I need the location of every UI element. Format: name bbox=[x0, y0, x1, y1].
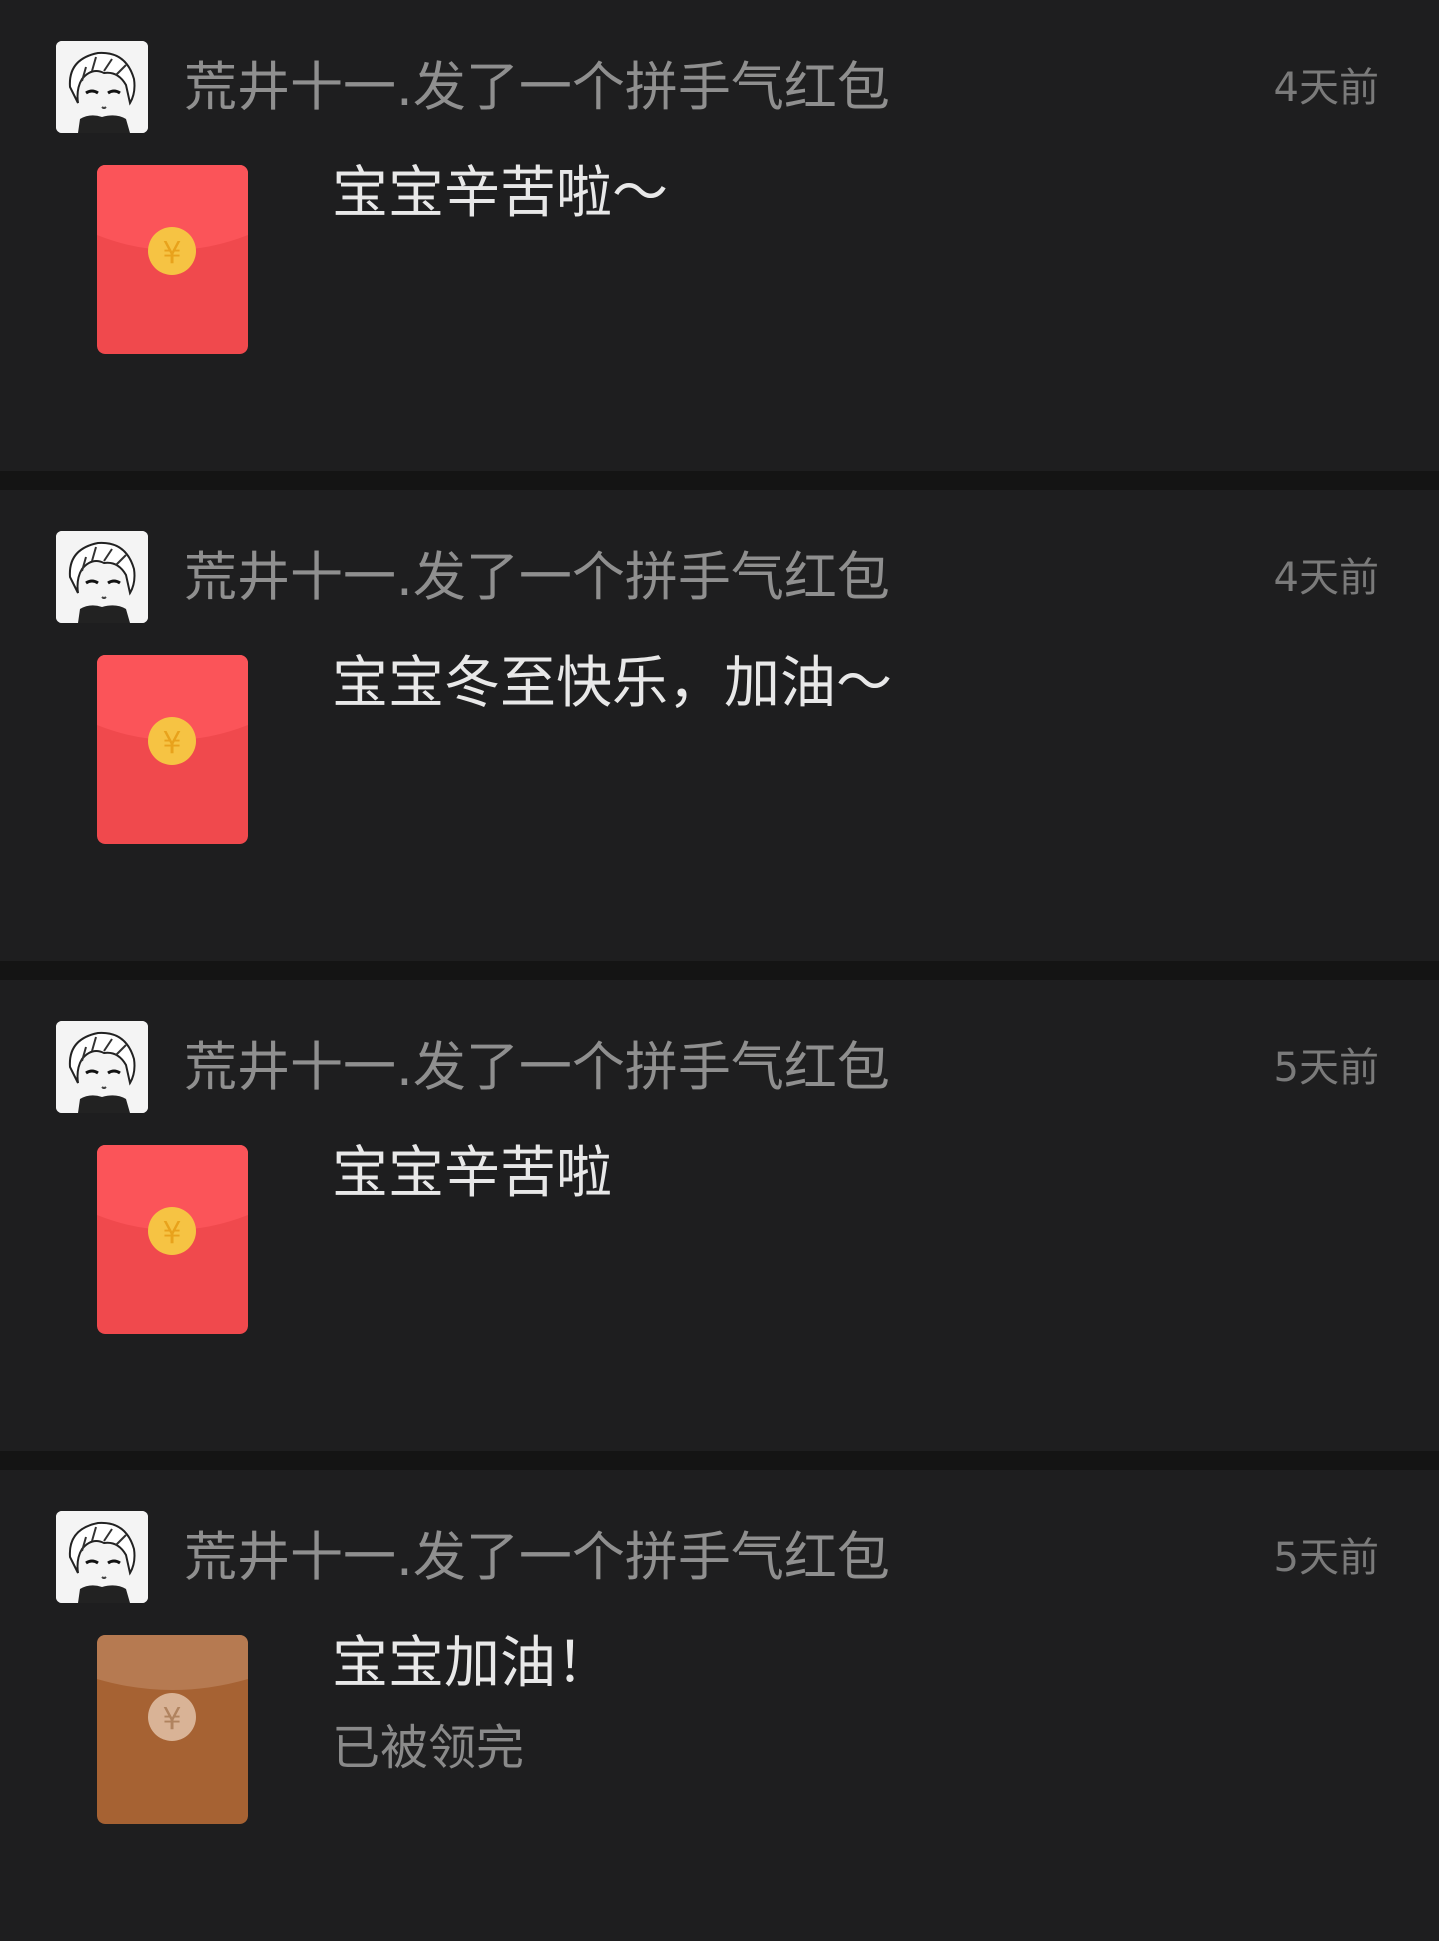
anime-avatar-icon[interactable] bbox=[56, 531, 148, 623]
timestamp: 5天前 bbox=[1273, 1045, 1379, 1091]
action-text: 发了一个拼手气红包 bbox=[412, 1527, 890, 1588]
blessing-message: 宝宝加油！ bbox=[332, 1631, 612, 1696]
timestamp: 4天前 bbox=[1273, 65, 1379, 111]
blessing-message: 宝宝辛苦啦 bbox=[332, 1141, 612, 1206]
coin-symbol: ¥ bbox=[162, 1216, 181, 1251]
coin-symbol: ¥ bbox=[162, 1702, 181, 1737]
anime-avatar-icon[interactable] bbox=[56, 41, 148, 133]
timestamp: 5天前 bbox=[1273, 1535, 1379, 1581]
anime-avatar-icon[interactable] bbox=[56, 1511, 148, 1603]
action-text: 发了一个拼手气红包 bbox=[412, 547, 890, 608]
opened-red-envelope-icon[interactable]: ¥ bbox=[97, 1635, 248, 1824]
sender-name[interactable]: 荒井十一. bbox=[184, 1037, 413, 1098]
header-text: 荒井十一.发了一个拼手气红包 bbox=[184, 56, 890, 120]
sender-name[interactable]: 荒井十一. bbox=[184, 547, 413, 608]
red-envelope-card[interactable]: 荒井十一.发了一个拼手气红包 4天前 ¥ 宝宝冬至快乐，加油～ bbox=[0, 490, 1439, 961]
red-envelope-icon[interactable]: ¥ bbox=[97, 165, 248, 354]
coin-symbol: ¥ bbox=[162, 726, 181, 761]
timestamp: 4天前 bbox=[1273, 555, 1379, 601]
red-envelope-card[interactable]: 荒井十一.发了一个拼手气红包 4天前 ¥ 宝宝辛苦啦～ bbox=[0, 0, 1439, 471]
header-text: 荒井十一.发了一个拼手气红包 bbox=[184, 1036, 890, 1100]
red-envelope-card[interactable]: 荒井十一.发了一个拼手气红包 5天前 ¥ 宝宝辛苦啦 bbox=[0, 980, 1439, 1451]
sender-name[interactable]: 荒井十一. bbox=[184, 57, 413, 118]
red-envelope-icon[interactable]: ¥ bbox=[97, 1145, 248, 1334]
red-envelope-card[interactable]: 荒井十一.发了一个拼手气红包 5天前 ¥ 宝宝加油！ 已被领完 bbox=[0, 1470, 1439, 1941]
coin-symbol: ¥ bbox=[162, 236, 181, 271]
anime-avatar-icon[interactable] bbox=[56, 1021, 148, 1113]
sender-name[interactable]: 荒井十一. bbox=[184, 1527, 413, 1588]
red-envelope-feed: 荒井十一.发了一个拼手气红包 4天前 ¥ 宝宝辛苦啦～ 荒井十一.发了一个拼手气… bbox=[0, 0, 1439, 1941]
header-text: 荒井十一.发了一个拼手气红包 bbox=[184, 1526, 890, 1590]
claim-status: 已被领完 bbox=[332, 1720, 525, 1776]
blessing-message: 宝宝冬至快乐，加油～ bbox=[332, 651, 892, 716]
header-text: 荒井十一.发了一个拼手气红包 bbox=[184, 546, 890, 610]
blessing-message: 宝宝辛苦啦～ bbox=[332, 161, 668, 226]
red-envelope-icon[interactable]: ¥ bbox=[97, 655, 248, 844]
action-text: 发了一个拼手气红包 bbox=[412, 1037, 890, 1098]
action-text: 发了一个拼手气红包 bbox=[412, 57, 890, 118]
